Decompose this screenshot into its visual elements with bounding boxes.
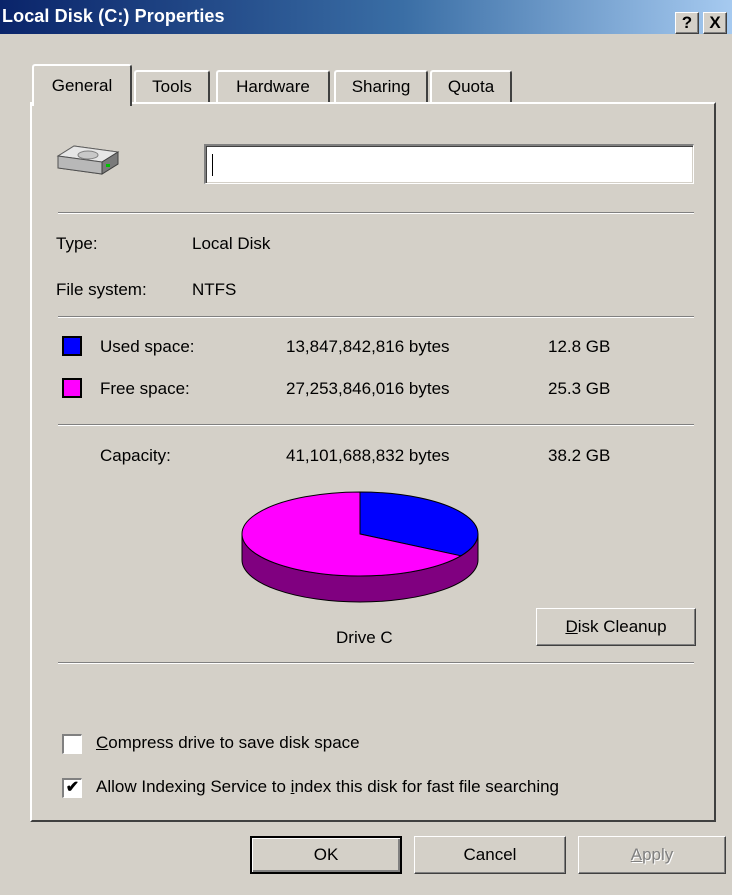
tab-sharing-label: Sharing [351, 77, 411, 96]
separator-3 [58, 424, 694, 426]
ok-button[interactable]: OK [250, 836, 402, 874]
cancel-button[interactable]: Cancel [414, 836, 566, 874]
window-title: Local Disk (C:) Properties [2, 6, 225, 26]
free-space-label: Free space: [100, 379, 190, 398]
hard-drive-icon [56, 145, 120, 175]
free-space-bytes: 27,253,846,016 bytes [286, 379, 450, 398]
help-icon: ? [681, 13, 693, 32]
capacity-bytes: 41,101,688,832 bytes [286, 446, 450, 465]
ok-label: OK [313, 845, 339, 864]
title-bar: Local Disk (C:) Properties ? X [0, 0, 732, 34]
close-button[interactable]: X [703, 12, 727, 34]
used-space-size: 12.8 GB [548, 337, 611, 356]
free-space-size: 25.3 GB [548, 379, 611, 398]
cancel-label: Cancel [463, 845, 517, 864]
apply-label: pply [642, 845, 674, 864]
used-space-swatch [62, 336, 82, 356]
apply-button[interactable]: Apply [578, 836, 726, 874]
tab-tools[interactable]: Tools [134, 70, 210, 102]
drive-label: Drive C [336, 628, 393, 647]
indexing-label-post: ndex this disk for fast file searching [294, 777, 560, 796]
disk-usage-pie-chart [241, 491, 479, 603]
indexing-label-pre: Allow Indexing Service to [96, 777, 291, 796]
tab-quota[interactable]: Quota [430, 70, 512, 102]
tab-tools-label: Tools [152, 77, 192, 96]
type-label: Type: [56, 234, 98, 253]
tab-general[interactable]: General [32, 64, 132, 106]
disk-cleanup-button[interactable]: Disk Cleanup [536, 608, 696, 646]
type-value: Local Disk [192, 234, 271, 253]
help-button[interactable]: ? [675, 12, 699, 34]
separator-4 [58, 662, 694, 664]
compress-accesskey: C [96, 733, 109, 752]
filesystem-value: NTFS [192, 280, 237, 299]
compress-drive-label: Compress drive to save disk space [96, 733, 360, 753]
tab-hardware[interactable]: Hardware [216, 70, 330, 102]
compress-label-text: ompress drive to save disk space [108, 733, 360, 752]
separator-1 [58, 212, 694, 214]
allow-indexing-label: Allow Indexing Service to index this dis… [96, 777, 559, 797]
allow-indexing-checkbox[interactable]: ✔ [62, 778, 82, 798]
close-icon: X [709, 13, 721, 32]
capacity-size: 38.2 GB [548, 446, 611, 465]
text-caret [212, 154, 213, 176]
volume-label-input[interactable] [204, 144, 694, 184]
apply-accesskey: A [630, 845, 643, 864]
used-space-label: Used space: [100, 337, 195, 356]
checkmark-icon: ✔ [65, 779, 80, 796]
filesystem-label: File system: [56, 280, 147, 299]
disk-cleanup-label: isk Cleanup [577, 617, 667, 636]
tab-hardware-label: Hardware [236, 77, 310, 96]
disk-cleanup-accesskey: D [565, 617, 578, 636]
used-space-bytes: 13,847,842,816 bytes [286, 337, 450, 356]
compress-drive-checkbox[interactable] [62, 734, 82, 754]
separator-2 [58, 316, 694, 318]
free-space-swatch [62, 378, 82, 398]
capacity-label: Capacity: [100, 446, 171, 465]
tab-general-label: General [51, 76, 113, 95]
tab-sharing[interactable]: Sharing [334, 70, 428, 102]
tab-quota-label: Quota [447, 77, 495, 96]
